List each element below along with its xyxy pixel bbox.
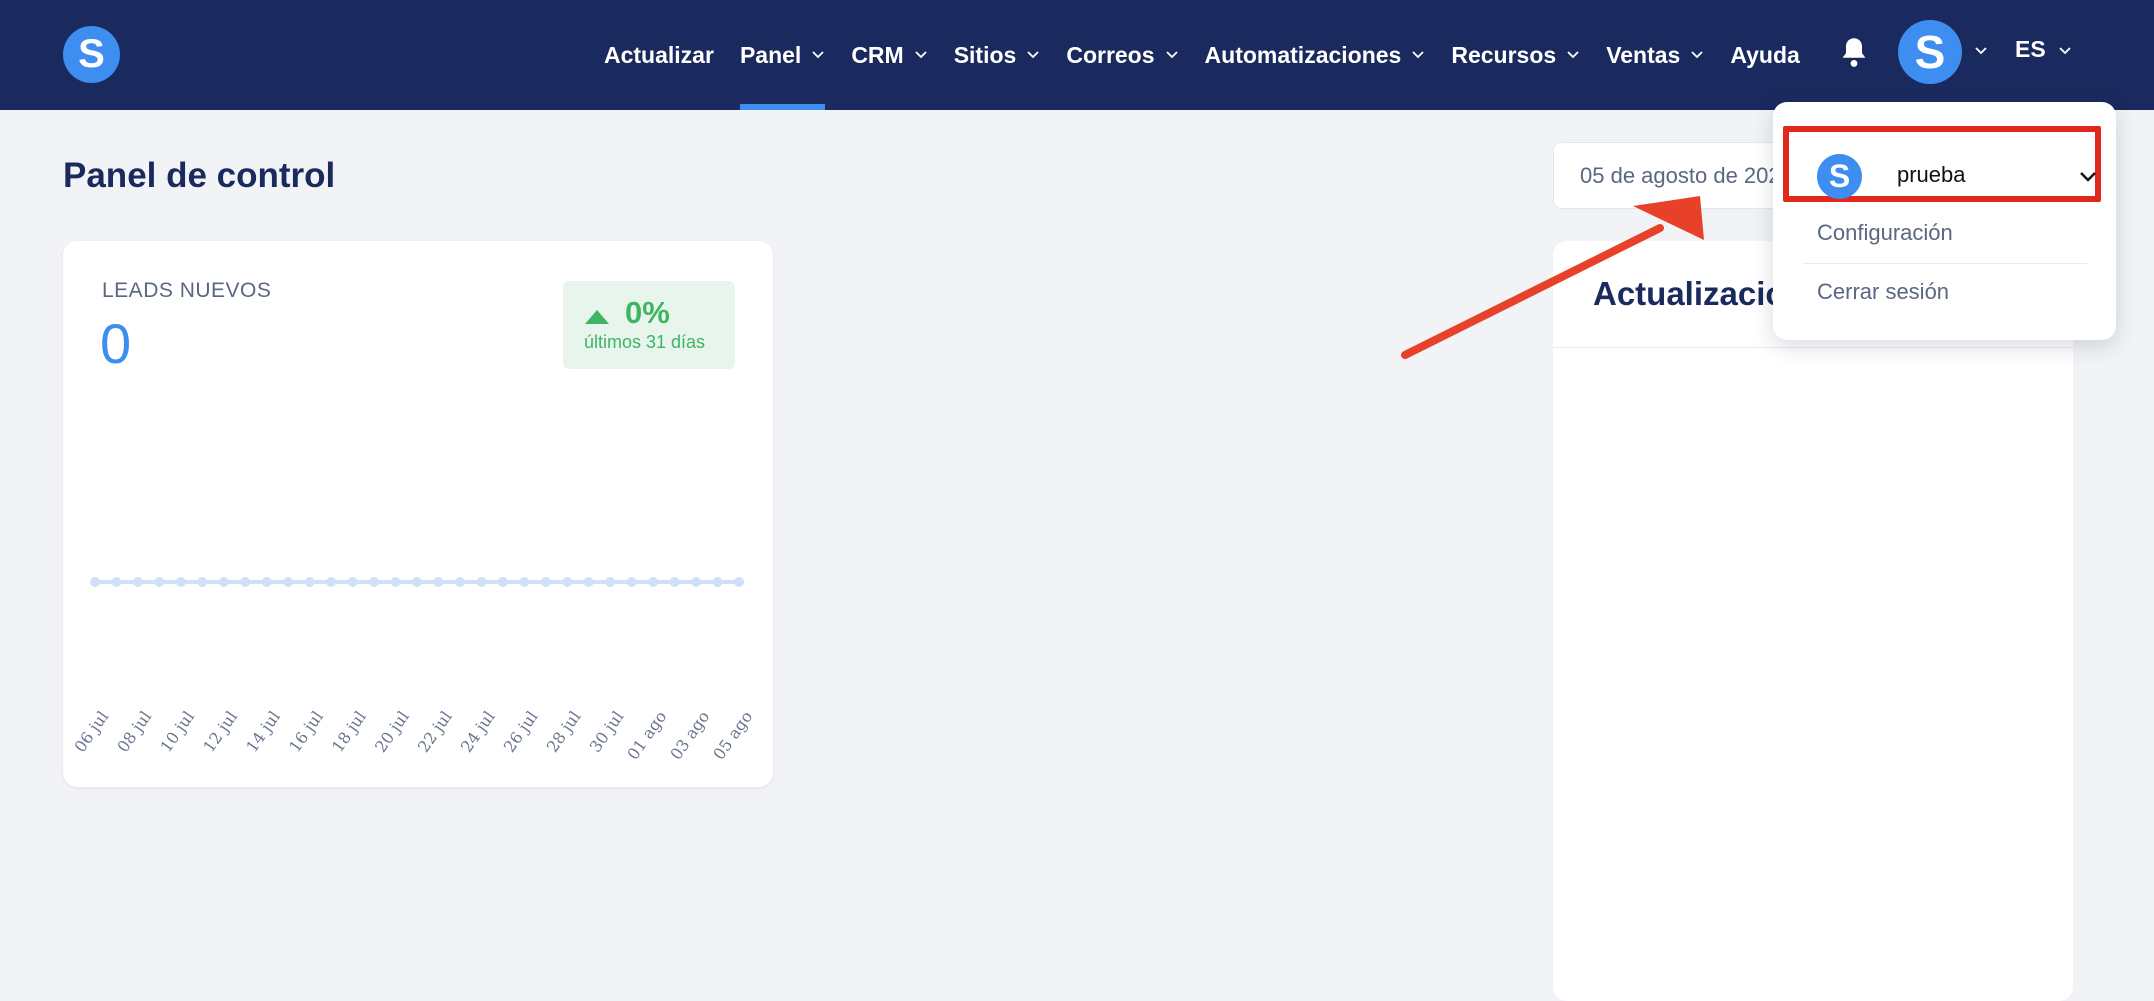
nav-item-label: Recursos	[1451, 41, 1557, 68]
nav-item-sitios[interactable]: Sitios	[954, 0, 1041, 110]
data-point	[497, 577, 508, 587]
nav-item-recursos[interactable]: Recursos	[1451, 0, 1580, 110]
chevron-down-icon[interactable]	[2058, 44, 2072, 58]
chevron-down-icon[interactable]	[2079, 170, 2097, 184]
page-title: Panel de control	[63, 156, 336, 195]
nav-item-label: Ayuda	[1730, 41, 1800, 68]
data-point	[412, 577, 422, 587]
nav-item-ayuda[interactable]: Ayuda	[1730, 0, 1799, 110]
top-navbar: S Actualizar Panel CRM Sitios Correos Automat…	[0, 0, 2154, 110]
data-point	[712, 577, 723, 587]
nav-item-label: Panel	[739, 41, 802, 68]
nav-item-label: Sitios	[953, 41, 1017, 68]
data-point	[390, 577, 401, 587]
account-name: prueba	[1897, 162, 1966, 187]
user-avatar-button[interactable]: S	[1898, 20, 1962, 84]
account-switcher[interactable]: S prueba	[1783, 126, 2101, 202]
nav-item-label: Actualizar	[604, 41, 714, 68]
x-tick-label: 06 jul	[70, 707, 112, 755]
nav-item-actualizar[interactable]: Actualizar	[604, 0, 714, 110]
nav-item-automatizaciones[interactable]: Automatizaciones	[1205, 0, 1426, 110]
nav-item-label: Correos	[1066, 41, 1155, 68]
data-point	[304, 577, 315, 587]
data-point	[326, 577, 337, 587]
x-tick-label: 20 jul	[371, 707, 413, 755]
x-tick-label: 26 jul	[500, 707, 542, 755]
menu-item-logout[interactable]: Cerrar sesión	[1817, 279, 1949, 305]
chevron-down-icon	[915, 51, 927, 59]
main-nav: Actualizar Panel CRM Sitios Correos Automatiz…	[604, 0, 1826, 110]
leads-chart: 06 jul 08 jul 10 jul 12 jul 14 jul 16 jul 18 j…	[70, 577, 756, 763]
data-point	[154, 577, 165, 587]
account-avatar: S	[1817, 154, 1862, 199]
chevron-down-icon	[1027, 51, 1039, 59]
data-point	[540, 577, 551, 587]
data-point	[583, 577, 594, 587]
leads-card: LEADS NUEVOS 0 0% últimos 31 días 06 jul…	[63, 241, 773, 787]
chevron-down-icon	[812, 51, 824, 59]
data-point	[111, 577, 122, 587]
app-logo[interactable]: S	[63, 26, 120, 83]
x-tick-label: 01 ago	[623, 707, 670, 763]
data-point	[519, 577, 530, 587]
data-point	[734, 577, 744, 587]
account-dropdown: S prueba Configuración Cerrar sesión	[1773, 102, 2116, 340]
menu-item-settings[interactable]: Configuración	[1817, 220, 1953, 246]
data-point	[283, 577, 294, 587]
x-tick-label: 10 jul	[156, 707, 198, 755]
data-point	[240, 577, 251, 587]
chevron-down-icon	[1567, 51, 1579, 59]
nav-item-label: CRM	[851, 41, 904, 68]
language-selector[interactable]: ES	[2015, 36, 2046, 63]
x-tick-label: 12 jul	[199, 707, 241, 755]
nav-item-label: Automatizaciones	[1204, 41, 1402, 68]
data-point	[562, 577, 573, 587]
data-point	[132, 577, 143, 587]
x-tick-label: 22 jul	[414, 707, 456, 755]
data-point	[454, 577, 465, 587]
data-point	[369, 577, 380, 587]
data-point	[669, 577, 680, 587]
data-point	[197, 577, 208, 587]
x-tick-label: 05 ago	[709, 707, 756, 763]
data-point	[347, 577, 358, 587]
x-tick-label: 28 jul	[543, 707, 585, 755]
data-point	[476, 577, 487, 587]
nav-item-crm[interactable]: CRM	[851, 0, 927, 110]
nav-item-correos[interactable]: Correos	[1066, 0, 1178, 110]
data-point	[626, 577, 637, 587]
chevron-down-icon	[1691, 51, 1703, 59]
divider	[1803, 263, 2087, 264]
data-point	[605, 577, 616, 587]
x-tick-label: 24 jul	[457, 707, 499, 755]
date-value: 05 de agosto de 2025	[1580, 163, 1793, 188]
updates-card: Actualizaciones	[1553, 241, 2073, 1001]
nav-item-label: Ventas	[1606, 41, 1681, 68]
chevron-down-icon[interactable]	[1974, 44, 1988, 58]
data-point	[691, 577, 702, 587]
x-tick-label: 08 jul	[113, 707, 155, 755]
data-point	[648, 577, 659, 587]
data-point	[90, 577, 100, 587]
x-tick-label: 03 ago	[666, 707, 713, 763]
data-point	[433, 577, 444, 587]
x-tick-label: 14 jul	[242, 707, 284, 755]
chevron-down-icon	[1412, 51, 1424, 59]
divider	[1553, 347, 2073, 348]
x-tick-label: 30 jul	[586, 707, 628, 755]
chevron-down-icon	[1165, 51, 1178, 59]
nav-item-ventas[interactable]: Ventas	[1606, 0, 1704, 110]
bell-icon[interactable]	[1840, 36, 1868, 68]
x-tick-label: 18 jul	[328, 707, 370, 755]
data-point	[218, 577, 229, 587]
data-point	[175, 577, 186, 587]
data-point	[261, 577, 272, 587]
nav-item-panel[interactable]: Panel	[739, 0, 826, 110]
x-tick-label: 16 jul	[285, 707, 327, 755]
